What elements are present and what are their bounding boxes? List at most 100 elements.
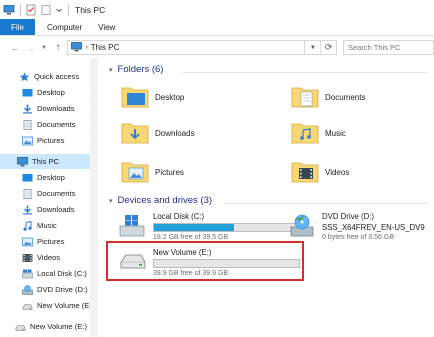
downloads-folder-icon	[121, 121, 149, 145]
up-button[interactable]: ↑	[53, 41, 64, 54]
chevron-right-icon[interactable]: ›	[85, 44, 87, 51]
documents-icon	[22, 119, 33, 130]
folders-group-header[interactable]: ▾ Folders (6)	[109, 64, 163, 75]
sidebar-item-pictures[interactable]: Pictures	[0, 234, 98, 249]
sidebar-item-label: New Volume (E:)	[37, 301, 94, 310]
sidebar-item-new-volume[interactable]: New Volume (E:)	[0, 298, 98, 313]
drive-volume-label: SSS_X64FREV_EN-US_DV9	[322, 223, 425, 232]
properties-icon[interactable]	[25, 4, 37, 16]
sidebar-item-label: Videos	[37, 253, 61, 262]
search-input[interactable]: Search This PC	[343, 40, 434, 55]
sidebar-item-downloads[interactable]: Downloads ✦	[0, 101, 98, 116]
sidebar-item-new-volume-root[interactable]: New Volume (E:)	[0, 319, 98, 334]
sidebar-item-label: Desktop	[37, 88, 65, 97]
folder-desktop[interactable]: Desktop	[121, 85, 184, 109]
sidebar-item-desktop[interactable]: Desktop	[0, 170, 98, 185]
videos-folder-icon	[291, 160, 319, 184]
folder-label: Videos	[325, 167, 350, 177]
drive-name: DVD Drive (D:)	[322, 212, 374, 221]
sidebar-item-label: Documents	[37, 120, 76, 129]
chevron-down-icon[interactable]: ▾	[109, 197, 113, 205]
downloads-icon	[22, 104, 33, 114]
sidebar-item-this-pc[interactable]: This PC	[0, 154, 98, 169]
folder-pictures[interactable]: Pictures	[121, 160, 184, 184]
drive-usage-bar	[153, 223, 303, 232]
folder-label: Pictures	[155, 167, 184, 177]
sidebar-item-label: Music	[37, 221, 57, 230]
drive-name: Local Disk (C:)	[153, 212, 205, 221]
drives-header-label: Devices and drives (3)	[117, 195, 213, 206]
sidebar-item-label: Pictures	[37, 136, 65, 145]
sidebar-item-documents[interactable]: Documents	[0, 186, 98, 201]
removable-drive-icon	[22, 301, 33, 311]
dvd-drive-icon	[289, 213, 315, 241]
search-placeholder: Search This PC	[348, 43, 401, 52]
sidebar-item-label: New Volume (E:)	[30, 322, 87, 331]
sidebar-item-label: This PC	[32, 157, 60, 166]
address-row: ← → ▼ ↑ › This PC ▼ ⟳ Search This PC	[0, 37, 434, 58]
drive-usage-fill	[154, 224, 234, 231]
sidebar-item-dvd-drive[interactable]: DVD Drive (D:) SS	[0, 282, 98, 297]
chevron-down-icon[interactable]	[55, 4, 63, 16]
sidebar-item-documents[interactable]: Documents ✦	[0, 117, 98, 132]
sidebar-item-videos[interactable]: Videos	[0, 250, 98, 265]
computer-icon[interactable]	[3, 4, 15, 16]
pictures-icon	[22, 136, 33, 146]
refresh-button[interactable]: ⟳	[321, 40, 338, 55]
computer-icon	[17, 156, 28, 167]
sidebar-item-label: DVD Drive (D:) SS	[37, 285, 98, 294]
folders-header-label: Folders (6)	[117, 64, 164, 75]
tab-file[interactable]: File	[0, 19, 35, 35]
address-dropdown-button[interactable]: ▼	[305, 40, 322, 55]
star-icon	[19, 72, 30, 82]
desktop-folder-icon	[121, 85, 149, 109]
tab-view[interactable]: View	[94, 19, 127, 35]
address-bar[interactable]: › This PC	[67, 40, 306, 55]
documents-icon	[22, 188, 33, 199]
removable-drive-icon	[15, 322, 26, 332]
title-bar: This PC	[0, 0, 434, 19]
window-title: This PC	[75, 4, 106, 15]
sidebar-item-label: Documents	[37, 189, 76, 198]
pictures-icon	[22, 237, 33, 247]
navigation-pane: Quick access Desktop ✦ Downloads ✦ Docum…	[0, 58, 98, 337]
folder-music[interactable]: Music	[291, 121, 346, 145]
sidebar-item-pictures[interactable]: Pictures ✦	[0, 133, 98, 148]
navpane-scrollbar[interactable]	[90, 58, 98, 337]
computer-icon	[71, 41, 83, 54]
content-pane: ▾ Folders (6) Desktop Documents Download…	[101, 58, 434, 337]
sidebar-item-music[interactable]: Music	[0, 218, 98, 233]
desktop-icon	[22, 88, 33, 98]
pictures-folder-icon	[121, 160, 149, 184]
sidebar-item-label: Downloads	[37, 104, 75, 113]
folder-documents[interactable]: Documents	[291, 85, 365, 109]
music-icon	[22, 220, 33, 231]
folder-label: Music	[325, 128, 346, 138]
folder-label: Desktop	[155, 92, 185, 102]
recent-locations-button[interactable]: ▼	[39, 41, 50, 54]
back-button[interactable]: ←	[10, 41, 21, 54]
forward-button[interactable]: →	[25, 41, 36, 54]
drive-icon	[22, 269, 33, 279]
drive-free-space: 18.2 GB free of 39.5 GB	[153, 234, 229, 241]
tab-computer[interactable]: Computer	[35, 19, 94, 35]
new-folder-icon[interactable]	[40, 4, 52, 16]
sidebar-item-label: Downloads	[37, 205, 75, 214]
drives-group-header[interactable]: ▾ Devices and drives (3)	[109, 195, 212, 206]
videos-icon	[22, 253, 33, 263]
sidebar-item-desktop[interactable]: Desktop ✦	[0, 85, 98, 100]
sidebar-item-local-disk[interactable]: Local Disk (C:)	[0, 266, 98, 281]
documents-folder-icon	[291, 85, 319, 109]
breadcrumb[interactable]: This PC	[91, 43, 119, 52]
folder-downloads[interactable]: Downloads	[121, 121, 195, 145]
music-folder-icon	[291, 121, 319, 145]
desktop-icon	[22, 173, 33, 183]
sidebar-item-label: Quick access	[34, 72, 80, 81]
folder-videos[interactable]: Videos	[291, 160, 349, 184]
chevron-down-icon[interactable]: ▾	[109, 66, 113, 74]
drive-free-space: 0 bytes free of 3.56 GB	[322, 234, 394, 241]
folder-label: Documents	[325, 92, 366, 102]
sidebar-item-quick-access[interactable]: Quick access	[0, 69, 98, 84]
folder-label: Downloads	[155, 128, 195, 138]
sidebar-item-downloads[interactable]: Downloads	[0, 202, 98, 217]
